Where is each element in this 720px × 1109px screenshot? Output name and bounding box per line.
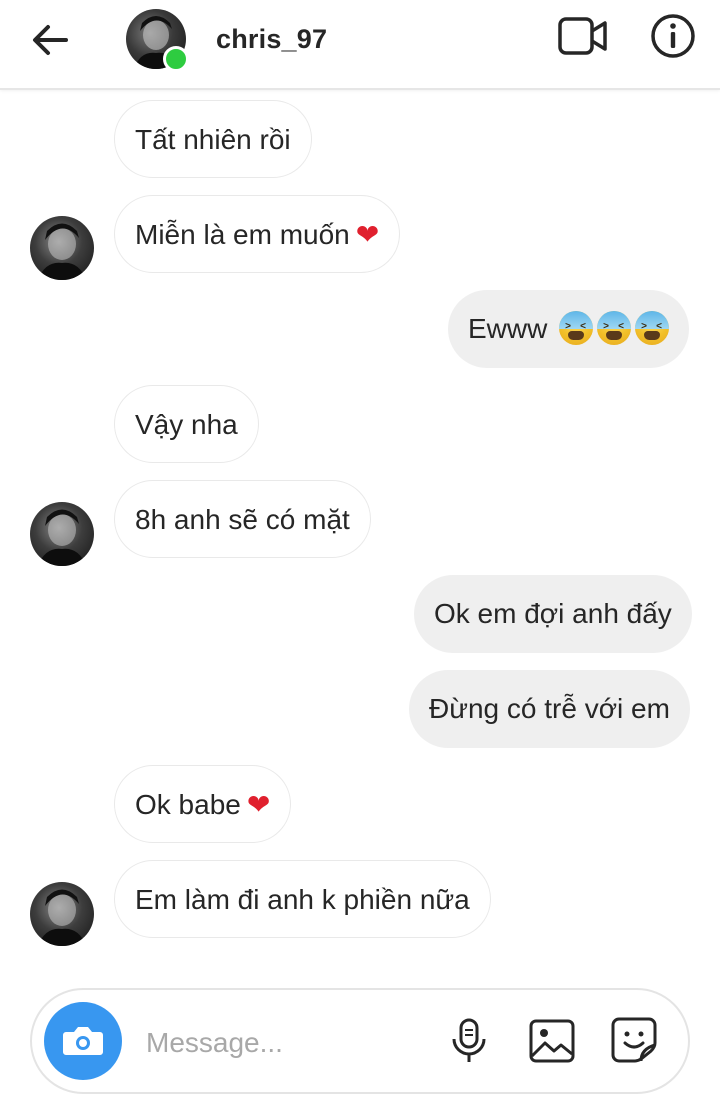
tired-face-emoji: > < [559, 310, 594, 345]
message-bubble-incoming[interactable]: 8h anh sẽ có mặt [114, 480, 371, 558]
message-text: Miễn là em muốn [135, 219, 350, 250]
message-bubble-outgoing[interactable]: Đừng có trễ với em [409, 670, 690, 748]
message-bubble-incoming[interactable]: Ok babe ❤ [114, 765, 292, 843]
message-text: Tất nhiên rồi [135, 124, 291, 155]
sender-avatar[interactable] [30, 502, 94, 566]
message-text: Vậy nha [135, 409, 238, 440]
online-status-indicator [163, 46, 189, 72]
microphone-icon [452, 1018, 486, 1062]
arrow-left-icon [33, 25, 68, 55]
sender-avatar[interactable] [30, 216, 94, 280]
message-text: Đừng có trễ với em [429, 693, 670, 724]
profile-photo [38, 889, 86, 946]
heart-emoji: ❤ [355, 218, 380, 251]
message-text: 8h anh sẽ có mặt [135, 504, 350, 535]
video-call-button[interactable] [557, 16, 609, 56]
message-bubble-incoming[interactable]: Em làm đi anh k phiền nữa [114, 860, 491, 938]
gallery-button[interactable] [528, 1018, 576, 1064]
message-bubble-incoming[interactable]: Miễn là em muốn ❤ [114, 195, 401, 273]
camera-button[interactable] [44, 1002, 122, 1080]
tired-face-emoji: > < [597, 310, 632, 345]
video-camera-icon [558, 17, 607, 55]
chat-username[interactable]: chris_97 [216, 24, 327, 55]
message-text: Ok babe [135, 789, 241, 820]
profile-photo [38, 509, 86, 566]
message-text: Ok em đợi anh đấy [434, 598, 672, 629]
message-bubble-incoming[interactable]: Tất nhiên rồi [114, 100, 312, 178]
tired-face-emoji: > < [635, 310, 670, 345]
image-icon [529, 1019, 575, 1063]
sender-avatar[interactable] [30, 882, 94, 946]
profile-photo [38, 223, 86, 280]
chat-header: chris_97 [0, 0, 720, 90]
voice-message-button[interactable] [449, 1018, 489, 1064]
camera-icon [63, 1027, 103, 1055]
back-button[interactable] [30, 20, 72, 60]
sticker-button[interactable] [610, 1016, 658, 1064]
message-bubble-outgoing[interactable]: Ok em đợi anh đấy [414, 575, 692, 653]
info-button[interactable] [650, 13, 696, 59]
message-text: Ewww [468, 313, 548, 344]
sticker-icon [611, 1017, 657, 1063]
info-icon [651, 14, 695, 58]
heart-emoji: ❤ [246, 788, 271, 821]
message-bubble-outgoing[interactable]: Ewww > < > < > < [448, 290, 690, 368]
message-input[interactable] [144, 1020, 428, 1066]
message-bubble-incoming[interactable]: Vậy nha [114, 385, 259, 463]
message-text: Em làm đi anh k phiền nữa [135, 884, 470, 915]
